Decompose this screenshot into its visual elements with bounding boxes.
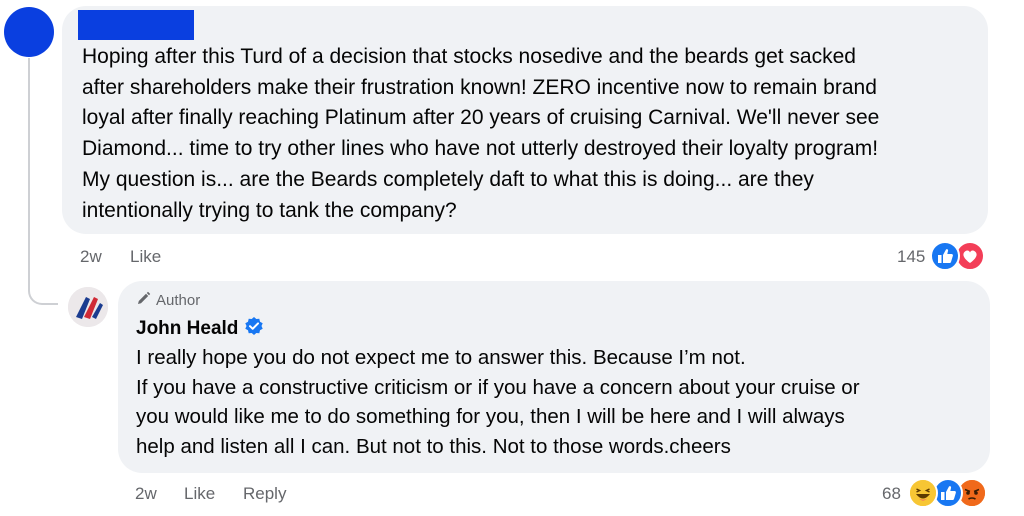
like-icon[interactable] — [930, 241, 960, 271]
verified-badge-icon — [244, 316, 264, 342]
commenter-avatar[interactable] — [4, 7, 54, 57]
redacted-commenter-name[interactable] — [78, 10, 194, 40]
comment-like-button[interactable]: Like — [130, 247, 161, 267]
thread-connector — [28, 58, 58, 305]
comment-reaction-count[interactable]: 145 — [897, 247, 925, 267]
comment-timestamp[interactable]: 2w — [80, 247, 102, 267]
author-badge-label: Author — [156, 292, 201, 309]
haha-icon[interactable] — [908, 478, 938, 508]
reply-timestamp[interactable]: 2w — [135, 484, 157, 504]
reply-text: I really hope you do not expect me to an… — [136, 346, 860, 458]
pencil-icon — [136, 291, 151, 310]
reply-reaction-count[interactable]: 68 — [882, 484, 901, 504]
author-name[interactable]: John Heald — [136, 318, 238, 340]
comment-text: Hoping after this Turd of a decision tha… — [82, 45, 880, 222]
reply-like-button[interactable]: Like — [184, 484, 215, 504]
author-badge: Author — [136, 291, 200, 310]
reply-reply-button[interactable]: Reply — [243, 484, 286, 504]
author-avatar[interactable] — [68, 287, 108, 327]
reply-author-row: John Heald — [136, 316, 264, 342]
